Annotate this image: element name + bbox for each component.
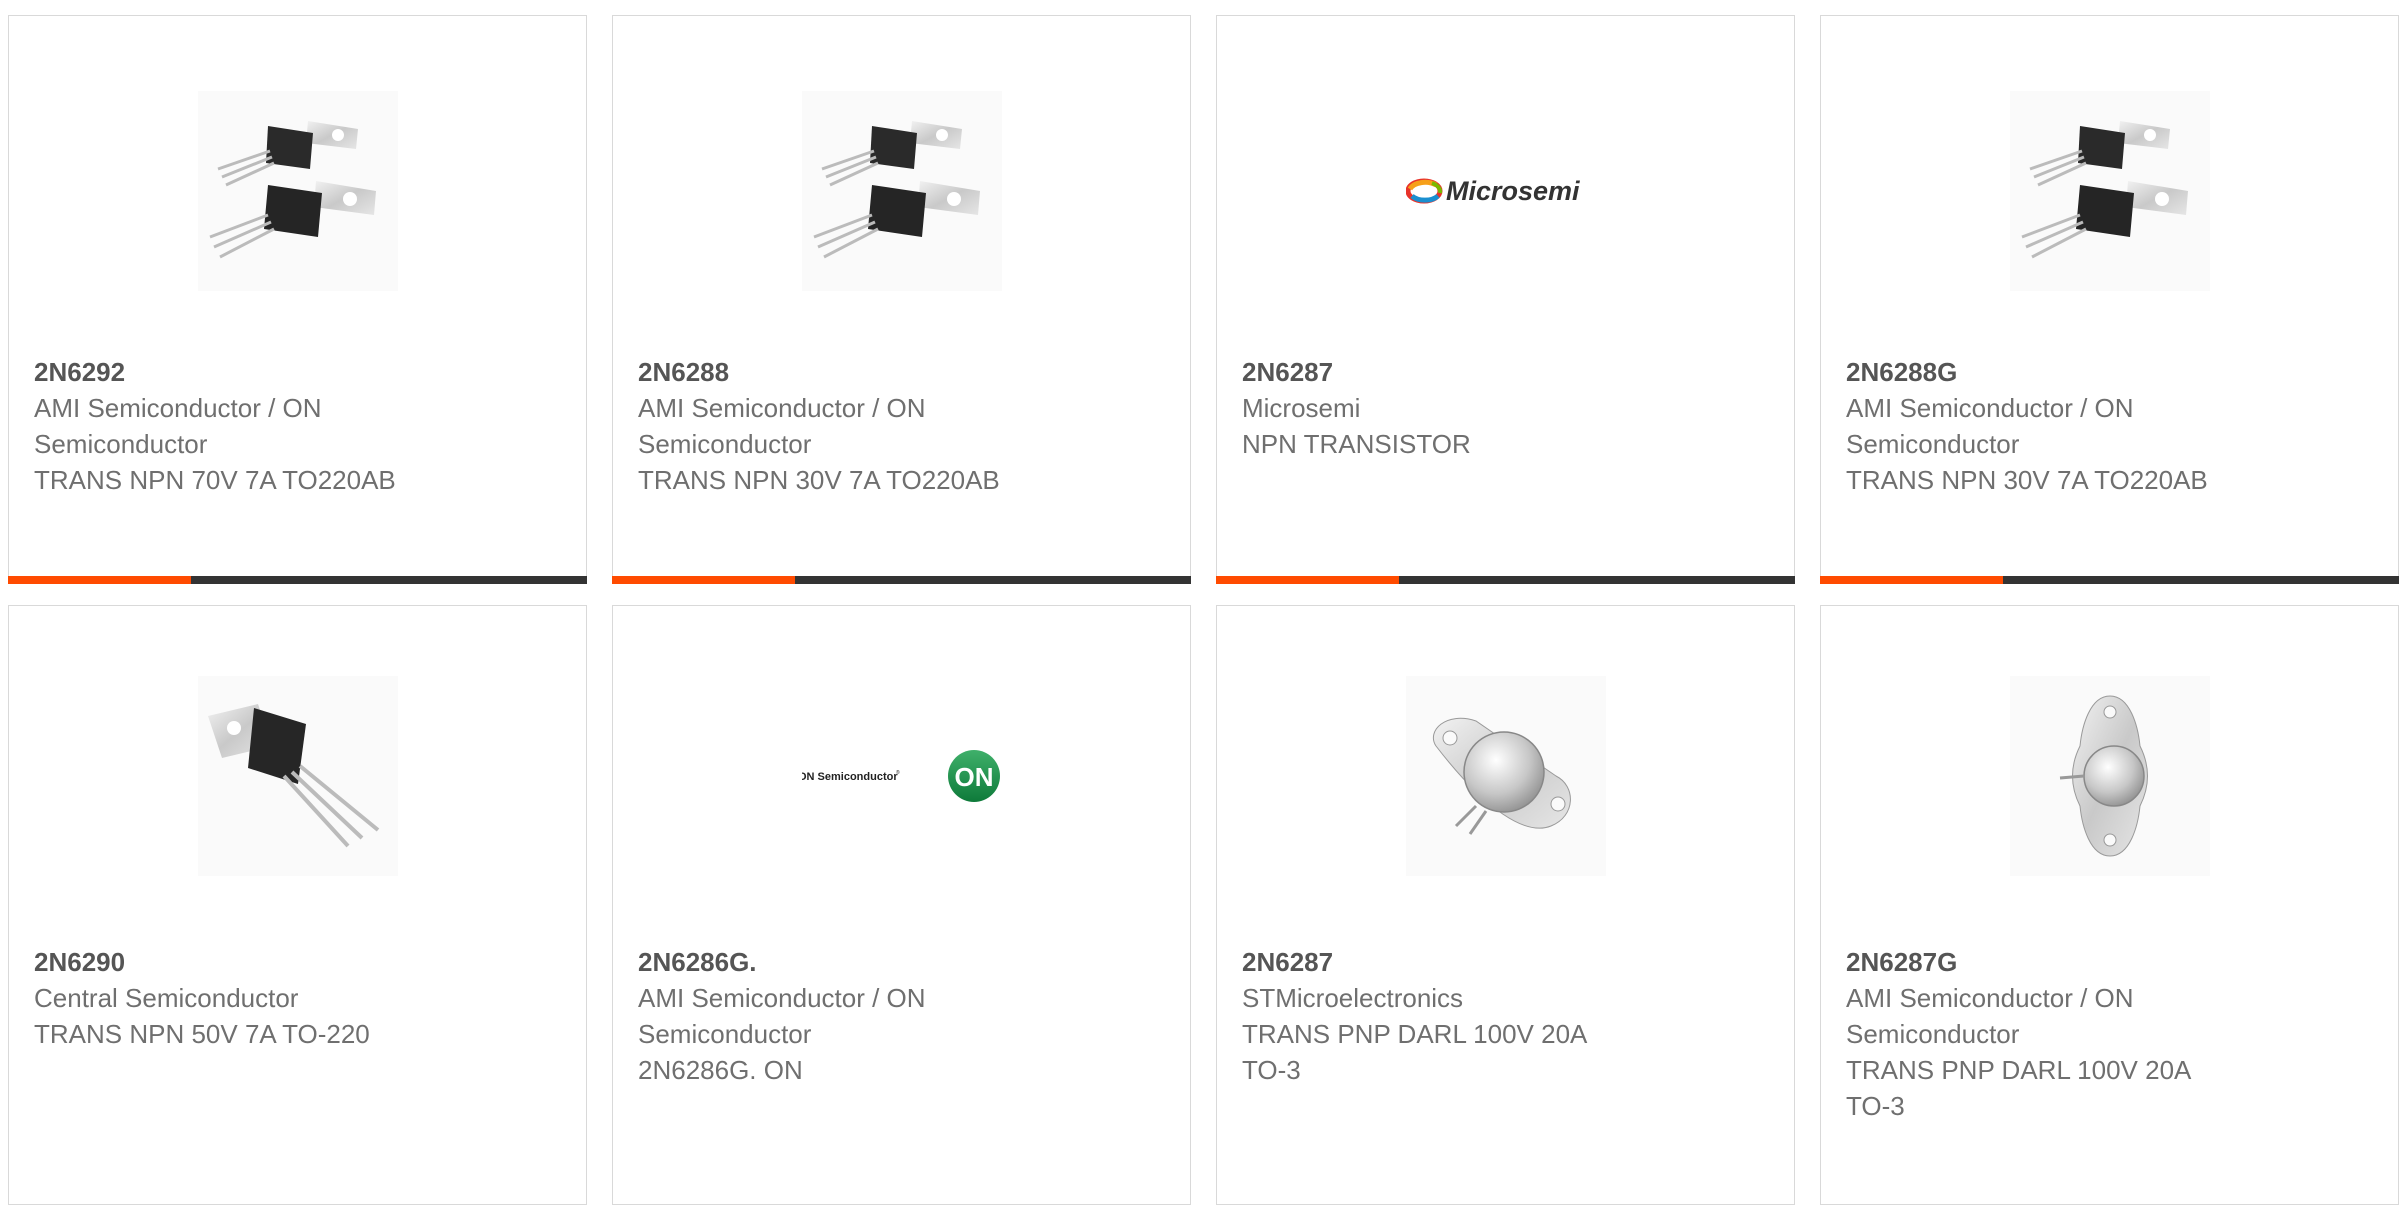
card-accent-bar — [612, 576, 795, 584]
product-info: 2N6288 AMI Semiconductor / ON Semiconduc… — [638, 354, 1170, 498]
product-card[interactable]: 2N6292 AMI Semiconductor / ON Semiconduc… — [8, 15, 587, 584]
product-grid: 2N6292 AMI Semiconductor / ON Semiconduc… — [0, 0, 2400, 1205]
part-number[interactable]: 2N6287 — [1242, 357, 1333, 387]
product-info: 2N6292 AMI Semiconductor / ON Semiconduc… — [34, 354, 566, 498]
product-info: 2N6287 STMicroelectronics TRANS PNP DARL… — [1242, 944, 1774, 1088]
product-info: 2N6287 Microsemi NPN TRANSISTOR — [1242, 354, 1774, 462]
product-info: 2N6288G AMI Semiconductor / ON Semicondu… — [1846, 354, 2378, 498]
card-accent-bar — [1820, 576, 2003, 584]
description: TRANS NPN 70V 7A TO220AB — [34, 465, 396, 495]
product-info: 2N6286G. AMI Semiconductor / ON Semicond… — [638, 944, 1170, 1088]
to220-single-image — [197, 676, 398, 876]
on-semiconductor-logo: ON Semiconductor ® ON — [802, 750, 1000, 802]
part-number[interactable]: 2N6288G — [1846, 357, 1957, 387]
to220-pair-image — [801, 91, 1002, 291]
product-card[interactable]: ON Semiconductor ® ON 2N6286G. AMI Semic… — [612, 605, 1191, 1205]
product-card[interactable]: 2N6287G AMI Semiconductor / ON Semicondu… — [1820, 605, 2399, 1205]
description: TRANS PNP DARL 100V 20A TO-3 — [1242, 1019, 1586, 1085]
manufacturer: Central Semiconductor — [34, 983, 299, 1013]
manufacturer: AMI Semiconductor / ON Semiconductor — [1846, 983, 2134, 1049]
svg-text:®: ® — [896, 769, 900, 776]
part-number[interactable]: 2N6290 — [34, 947, 125, 977]
product-info: 2N6290 Central Semiconductor TRANS NPN 5… — [34, 944, 566, 1052]
to3-package-image — [1405, 676, 1606, 876]
on-mark-text: ON — [954, 762, 993, 792]
manufacturer: AMI Semiconductor / ON Semiconductor — [1846, 393, 2134, 459]
manufacturer: Microsemi — [1242, 393, 1361, 423]
on-logo-text: ON Semiconductor — [802, 771, 898, 783]
to220-pair-image — [197, 91, 398, 291]
product-card[interactable]: Microsemi 2N6287 Microsemi NPN TRANSISTO… — [1216, 15, 1795, 584]
card-accent-bar — [1216, 576, 1399, 584]
product-card[interactable]: 2N6288 AMI Semiconductor / ON Semiconduc… — [612, 15, 1191, 584]
manufacturer: AMI Semiconductor / ON Semiconductor — [34, 393, 322, 459]
product-card[interactable]: 2N6288G AMI Semiconductor / ON Semicondu… — [1820, 15, 2399, 584]
part-number[interactable]: 2N6286G. — [638, 947, 757, 977]
description: NPN TRANSISTOR — [1242, 429, 1471, 459]
description: 2N6286G. ON — [638, 1055, 803, 1085]
to3-package-side-image — [2009, 676, 2210, 876]
product-card[interactable]: 2N6287 STMicroelectronics TRANS PNP DARL… — [1216, 605, 1795, 1205]
product-card[interactable]: 2N6290 Central Semiconductor TRANS NPN 5… — [8, 605, 587, 1205]
description: TRANS NPN 50V 7A TO-220 — [34, 1019, 370, 1049]
microsemi-logo-text: Microsemi — [1446, 176, 1580, 206]
card-accent-bar — [8, 576, 191, 584]
card-bottom-bar — [1820, 576, 2399, 584]
part-number[interactable]: 2N6292 — [34, 357, 125, 387]
manufacturer: STMicroelectronics — [1242, 983, 1464, 1013]
card-bottom-bar — [1216, 576, 1795, 584]
description: TRANS NPN 30V 7A TO220AB — [638, 465, 1000, 495]
microsemi-logo: Microsemi — [1405, 176, 1580, 206]
part-number[interactable]: 2N6287G — [1846, 947, 1957, 977]
description: TRANS NPN 30V 7A TO220AB — [1846, 465, 2208, 495]
part-number[interactable]: 2N6288 — [638, 357, 729, 387]
product-info: 2N6287G AMI Semiconductor / ON Semicondu… — [1846, 944, 2378, 1124]
description: TRANS PNP DARL 100V 20A TO-3 — [1846, 1055, 2190, 1121]
card-bottom-bar — [8, 576, 587, 584]
to220-pair-image — [2009, 91, 2210, 291]
part-number[interactable]: 2N6287 — [1242, 947, 1333, 977]
card-bottom-bar — [612, 576, 1191, 584]
manufacturer: AMI Semiconductor / ON Semiconductor — [638, 983, 926, 1049]
manufacturer: AMI Semiconductor / ON Semiconductor — [638, 393, 926, 459]
